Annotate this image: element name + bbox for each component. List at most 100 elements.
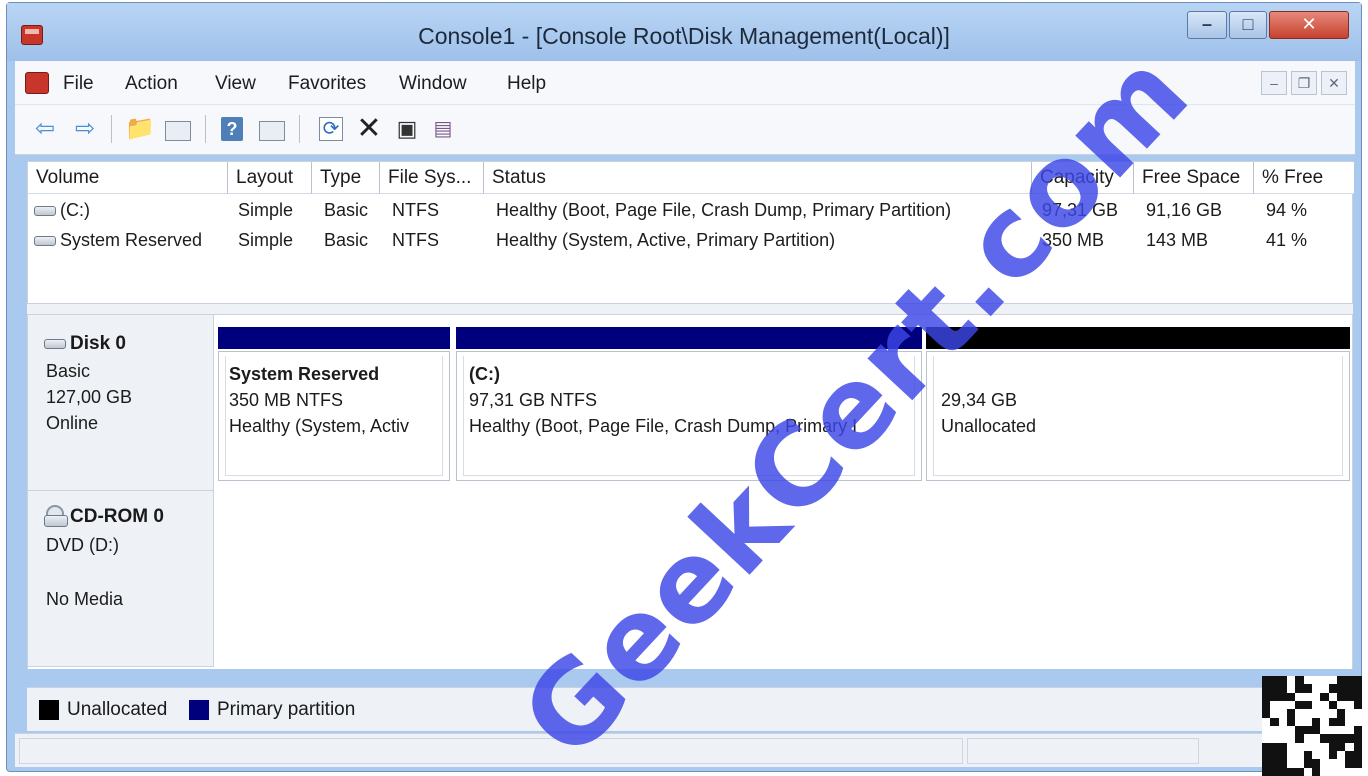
menu-favorites[interactable]: Favorites (288, 73, 366, 95)
select-icon[interactable]: ▤ (429, 115, 457, 143)
qr-module (1262, 742, 1271, 751)
qr-module (1295, 726, 1304, 735)
qr-module (1345, 734, 1354, 743)
qr-module (1345, 751, 1354, 760)
show-hide-tree-icon[interactable] (165, 121, 191, 141)
cd-drive-icon (44, 505, 68, 527)
properties-icon[interactable]: ▣ (393, 115, 421, 143)
cdrom-0-title: CD-ROM 0 (70, 506, 164, 527)
help-icon[interactable]: ? (221, 117, 243, 141)
partition-bar-system-reserved (218, 327, 450, 349)
qr-module (1353, 759, 1362, 768)
status-cell: Healthy (System, Active, Primary Partiti… (496, 230, 836, 250)
qr-module (1262, 751, 1271, 760)
status-segment (967, 738, 1199, 764)
legend-primary-label: Primary partition (217, 699, 356, 720)
qr-module (1312, 759, 1321, 768)
column-layout[interactable]: Layout (228, 162, 312, 194)
qr-module (1262, 692, 1271, 701)
qr-module (1278, 676, 1287, 685)
qr-module (1262, 767, 1271, 776)
minimize-button[interactable]: – (1187, 11, 1227, 39)
column-percent-free[interactable]: % Free (1254, 162, 1354, 194)
qr-module (1337, 734, 1346, 743)
qr-module (1353, 751, 1362, 760)
disk-0-label[interactable]: Disk 0 Basic 127,00 GB Online (28, 315, 214, 491)
qr-module (1270, 751, 1279, 760)
back-icon[interactable]: ⇦ (31, 115, 59, 143)
volume-cell: System Reserved (34, 230, 202, 251)
menu-help[interactable]: Help (507, 73, 546, 95)
column-status[interactable]: Status (484, 162, 1032, 194)
minimize-icon: – (1201, 14, 1212, 34)
window-title: Console1 - [Console Root\Disk Management… (418, 23, 950, 49)
layout-cell: Simple (238, 230, 294, 250)
title-bar[interactable]: Console1 - [Console Root\Disk Management… (7, 3, 1361, 61)
qr-module (1278, 751, 1287, 760)
qr-module (1320, 692, 1329, 701)
legend-bar: Unallocated Primary partition (27, 687, 1353, 731)
qr-module (1320, 734, 1329, 743)
qr-module (1270, 692, 1279, 701)
menu-action[interactable]: Action (125, 73, 178, 95)
disk-0-title: Disk 0 (70, 333, 126, 354)
qr-module (1353, 726, 1362, 735)
mdi-close-button[interactable]: ✕ (1321, 71, 1347, 95)
partition-size: 350 MB NTFS (229, 390, 344, 410)
legend-unallocated-swatch (39, 700, 59, 720)
console-menu-icon[interactable] (25, 72, 49, 94)
qr-module (1295, 676, 1304, 685)
delete-icon[interactable]: ✕ (355, 114, 383, 144)
cdrom-0-type: DVD (D:) (46, 535, 119, 555)
qr-module (1287, 692, 1296, 701)
type-cell: Basic (324, 230, 369, 250)
qr-module (1262, 676, 1271, 685)
forward-icon[interactable]: ⇨ (71, 115, 99, 143)
partition-unallocated[interactable]: 29,34 GB Unallocated (926, 351, 1350, 481)
volume-name: System Reserved (60, 230, 203, 250)
qr-module (1303, 684, 1312, 693)
status-bar (15, 733, 1355, 767)
qr-module (1262, 709, 1271, 718)
close-button[interactable]: ✕ (1269, 11, 1349, 39)
filesystem-cell: NTFS (392, 200, 439, 220)
qr-module (1270, 676, 1279, 685)
qr-module (1295, 734, 1304, 743)
qr-module (1262, 684, 1271, 693)
qr-module (1312, 717, 1321, 726)
qr-module (1270, 684, 1279, 693)
disk-icon (44, 338, 66, 349)
menu-file[interactable]: File (63, 73, 94, 95)
qr-module (1278, 767, 1287, 776)
column-type[interactable]: Type (312, 162, 380, 194)
refresh-icon[interactable]: ⟳ (319, 117, 343, 141)
qr-module (1303, 759, 1312, 768)
maximize-button[interactable]: □ (1229, 11, 1267, 39)
qr-module (1353, 701, 1362, 710)
percent-free-cell: 41 % (1266, 230, 1308, 250)
qr-module (1270, 767, 1279, 776)
qr-module (1303, 701, 1312, 710)
qr-module (1270, 759, 1279, 768)
qr-module (1295, 684, 1304, 693)
menu-window[interactable]: Window (399, 73, 467, 95)
qr-module (1303, 751, 1312, 760)
column-volume[interactable]: Volume (28, 162, 228, 194)
close-icon: ✕ (1301, 14, 1317, 34)
qr-module (1278, 684, 1287, 693)
up-folder-icon[interactable]: 📁 (125, 115, 155, 143)
mdi-restore-button[interactable]: ❐ (1291, 71, 1317, 95)
cdrom-0-label[interactable]: CD-ROM 0 DVD (D:) No Media (28, 491, 214, 667)
qr-module (1345, 676, 1354, 685)
mdi-minimize-button[interactable]: – (1261, 71, 1287, 95)
action-pane-icon[interactable] (259, 121, 285, 141)
pane-splitter[interactable] (27, 303, 1353, 315)
toolbar-separator (205, 115, 206, 143)
free-space-cell: 91,16 GB (1146, 200, 1223, 220)
toolbar-separator (111, 115, 112, 143)
drive-icon (34, 206, 56, 217)
column-filesystem[interactable]: File Sys... (380, 162, 484, 194)
partition-system-reserved[interactable]: System Reserved 350 MB NTFS Healthy (Sys… (218, 351, 450, 481)
menu-view[interactable]: View (215, 73, 256, 95)
qr-module (1270, 742, 1279, 751)
